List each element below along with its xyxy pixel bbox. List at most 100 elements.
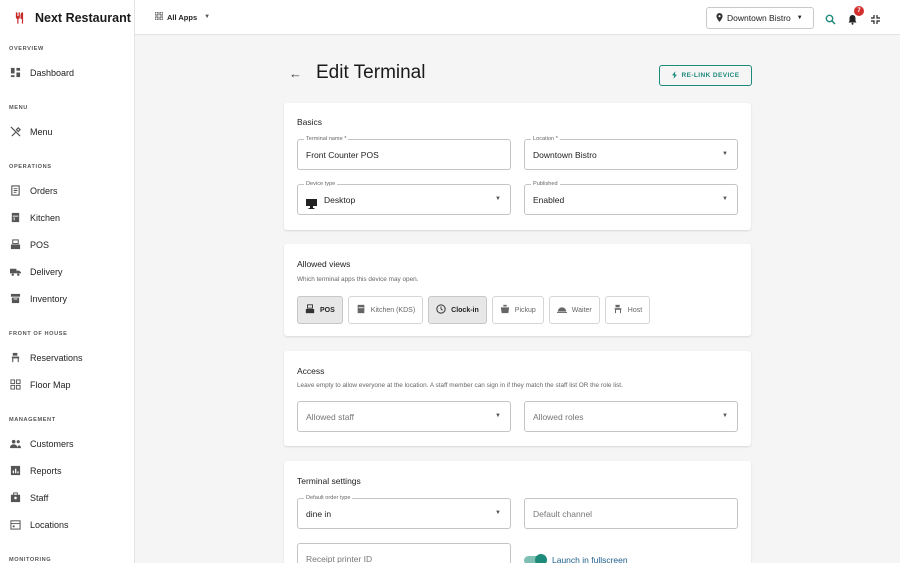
sidebar-item-label: Floor Map — [30, 379, 71, 390]
default-order-type-select[interactable]: Default order type dine in ▼ — [297, 495, 511, 529]
sidebar-item-customers[interactable]: Customers — [0, 430, 74, 457]
sidebar-item-label: Customers — [30, 438, 74, 449]
receipt-printer-input[interactable]: Receipt printer ID — [297, 543, 511, 563]
back-arrow-icon[interactable]: ← — [289, 66, 302, 81]
collapse-arrows-icon[interactable] — [870, 12, 881, 24]
dropdown-caret-icon: ▼ — [495, 196, 501, 202]
reports-icon — [10, 465, 21, 476]
field-label: Published — [531, 181, 560, 188]
toggle-knob — [535, 553, 547, 563]
location-label: Downtown Bistro — [727, 13, 791, 23]
sidebar-item-pos[interactable]: POS — [0, 231, 49, 258]
toggle-track[interactable] — [524, 553, 547, 563]
relink-label: RE-LINK DEVICE — [681, 72, 740, 79]
section-overview: OVERVIEW — [9, 46, 44, 52]
all-apps-button[interactable]: All Apps ▼ — [154, 11, 211, 22]
field-value: Front Counter POS — [306, 150, 379, 160]
view-host-toggle[interactable]: Host — [604, 296, 651, 324]
field-placeholder: Allowed staff — [306, 412, 355, 422]
sidebar-item-dashboard[interactable]: Dashboard — [0, 59, 74, 86]
chevron-down-icon: ▼ — [204, 14, 211, 20]
dropdown-caret-icon: ▼ — [495, 510, 501, 516]
fullscreen-toggle[interactable]: Launch in fullscreen — [524, 553, 628, 563]
location-selector[interactable]: Downtown Bistro ▼ — [706, 7, 814, 29]
field-label: Device type — [304, 181, 338, 188]
sidebar-item-floor-map[interactable]: Floor Map — [0, 371, 71, 398]
sidebar-item-label: Menu — [30, 126, 53, 137]
terminal-settings-card: Terminal settings Default order type din… — [284, 461, 751, 563]
terminal-settings-title: Terminal settings — [297, 476, 361, 486]
terminal-name-field[interactable]: Terminal name * Front Counter POS — [297, 136, 511, 170]
device-type-select[interactable]: Device type Desktop ▼ — [297, 181, 511, 215]
relink-device-button[interactable]: RE-LINK DEVICE — [659, 65, 752, 86]
staff-icon — [10, 492, 21, 503]
receipt-icon — [10, 185, 21, 196]
bolt-icon — [671, 70, 677, 81]
sidebar-item-orders[interactable]: Orders — [0, 177, 58, 204]
view-pos-toggle[interactable]: POS — [297, 296, 343, 324]
all-apps-label: All Apps — [167, 12, 198, 22]
topbar: All Apps ▼ Downtown Bistro ▼ 7 — [135, 0, 900, 35]
field-value: Enabled — [533, 195, 565, 205]
default-channel-input[interactable]: Default channel — [524, 498, 738, 529]
view-pickup-toggle[interactable]: Pickup — [491, 296, 544, 324]
sidebar-item-label: POS — [30, 239, 50, 250]
basics-card: Basics Terminal name * Front Counter POS… — [284, 103, 751, 230]
dropdown-caret-icon: ▼ — [722, 413, 728, 419]
brand[interactable]: Next Restaurant — [0, 0, 134, 35]
dropdown-caret-icon: ▼ — [722, 151, 728, 157]
field-placeholder: Allowed roles — [533, 412, 584, 422]
section-menu: MENU — [9, 105, 28, 111]
truck-icon — [10, 266, 21, 277]
allowed-views-card: Allowed views Which terminal apps this d… — [284, 244, 751, 336]
sidebar-item-label: Delivery — [30, 266, 63, 277]
field-value: dine in — [306, 509, 332, 519]
view-clock-in-toggle[interactable]: Clock-in — [428, 296, 487, 324]
dashboard-icon — [10, 67, 21, 78]
sidebar-item-label: Kitchen — [30, 212, 61, 223]
access-subtitle: Leave empty to allow everyone at the loc… — [297, 382, 623, 389]
sidebar-item-label: Locations — [30, 519, 69, 530]
caret-down-icon: ▼ — [796, 15, 803, 21]
field-label: Default order type — [304, 495, 353, 502]
sidebar-item-reports[interactable]: Reports — [0, 457, 62, 484]
app-name: Next Restaurant — [35, 10, 131, 25]
basics-title: Basics — [297, 117, 323, 127]
allowed-roles-select[interactable]: Allowed roles ▼ — [524, 401, 738, 432]
page-title: Edit Terminal — [316, 62, 426, 83]
sidebar-item-inventory[interactable]: Inventory — [0, 285, 67, 312]
sidebar-item-locations[interactable]: Locations — [0, 511, 69, 538]
sidebar-item-kitchen[interactable]: Kitchen — [0, 204, 60, 231]
sidebar: Next Restaurant OVERVIEW Dashboard MENU … — [0, 0, 135, 563]
sidebar-item-staff[interactable]: Staff — [0, 484, 48, 511]
view-label: Clock-in — [451, 306, 479, 314]
utensils-icon — [10, 126, 21, 137]
view-label: Pickup — [514, 306, 536, 314]
host-icon — [613, 304, 623, 316]
apps-grid-icon — [154, 11, 164, 22]
access-card: Access Leave empty to allow everyone at … — [284, 351, 751, 446]
view-label: Host — [627, 306, 643, 314]
field-label: Terminal name * — [304, 136, 349, 143]
dropdown-caret-icon: ▼ — [495, 413, 501, 419]
sidebar-item-reservations[interactable]: Reservations — [0, 344, 83, 371]
field-value: Downtown Bistro — [533, 150, 597, 160]
sidebar-item-label: Reservations — [30, 352, 83, 363]
pos-icon — [305, 304, 315, 316]
sidebar-item-delivery[interactable]: Delivery — [0, 258, 63, 285]
view-waiter-toggle[interactable]: Waiter — [548, 296, 600, 324]
section-operations: OPERATIONS — [9, 164, 52, 170]
sidebar-item-label: Orders — [30, 185, 58, 196]
notifications-badge: 7 — [854, 6, 864, 16]
sidebar-item-label: Inventory — [30, 293, 68, 304]
kitchen-icon — [356, 304, 366, 316]
kitchen-icon — [10, 212, 21, 223]
published-select[interactable]: Published Enabled ▼ — [524, 181, 738, 215]
section-monitoring: MONITORING — [9, 557, 52, 563]
view-kitchen-toggle[interactable]: Kitchen (KDS) — [347, 296, 424, 324]
search-icon[interactable] — [825, 12, 836, 25]
sidebar-item-menu[interactable]: Menu — [0, 118, 53, 145]
location-select[interactable]: Location * Downtown Bistro ▼ — [524, 136, 738, 170]
allowed-staff-select[interactable]: Allowed staff ▼ — [297, 401, 511, 432]
page-header: ← Edit Terminal — [289, 62, 425, 84]
